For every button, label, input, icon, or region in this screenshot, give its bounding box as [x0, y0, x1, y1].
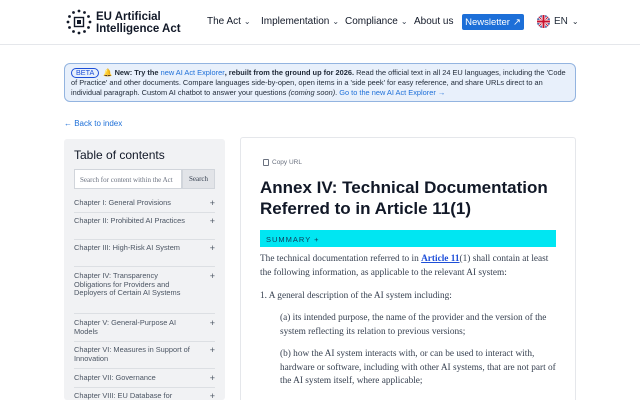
intro-paragraph: The technical documentation referred to …	[260, 253, 560, 280]
toc-chapter-5[interactable]: Chapter V: General-Purpose AI Models +	[74, 318, 215, 336]
toc-chapter-7[interactable]: Chapter VII: Governance +	[74, 373, 215, 383]
toc-chapter-4[interactable]: Chapter IV: Transparency Obligations for…	[74, 271, 215, 298]
toc-search-button[interactable]: Search	[182, 169, 215, 189]
newsletter-label: Newsletter	[465, 16, 510, 28]
site-header: EU Artificial Intelligence Act The Act ⌄…	[0, 0, 640, 44]
logo-line-1: EU Artificial	[96, 11, 161, 23]
explorer-cta-link[interactable]: Go to the new AI Act Explorer →	[339, 88, 445, 97]
banner-coming-soon: (coming soon)	[288, 88, 336, 97]
toc-chapter-label: Chapter VIII: EU Database for	[74, 391, 173, 400]
copy-icon	[263, 159, 269, 166]
language-selector[interactable]: EN ⌄	[537, 15, 579, 28]
toc-chapter-label: Chapter VI: Measures in Support of Innov…	[74, 345, 190, 363]
intro-before: The technical documentation referred to …	[260, 254, 422, 264]
toc-chapter-label: Chapter III: High-Risk AI System	[74, 243, 180, 252]
nav-about-us[interactable]: About us	[414, 16, 453, 27]
external-link-icon: ↗	[512, 16, 521, 28]
toc-divider	[74, 387, 215, 388]
expand-plus-icon[interactable]: +	[210, 346, 215, 355]
toc-title: Table of contents	[74, 148, 165, 162]
nav-compliance[interactable]: Compliance ⌄	[345, 16, 408, 27]
explorer-link[interactable]: new AI Act Explorer	[161, 68, 225, 77]
language-code: EN	[554, 16, 568, 27]
expand-plus-icon[interactable]: +	[210, 392, 215, 400]
toc-chapter-label: Chapter VII: Governance	[74, 373, 156, 382]
expand-plus-icon[interactable]: +	[210, 272, 215, 281]
nav-the-act[interactable]: The Act ⌄	[207, 16, 251, 27]
newsletter-button[interactable]: Newsletter ↗	[462, 14, 524, 30]
eu-stars-logo-icon[interactable]	[66, 9, 92, 35]
toc-chapter-2[interactable]: Chapter II: Prohibited AI Practices +	[74, 216, 215, 226]
toc-divider	[74, 368, 215, 369]
chevron-down-icon: ⌄	[332, 17, 340, 26]
toc-divider	[74, 239, 215, 240]
toc-chapter-8[interactable]: Chapter VIII: EU Database for +	[74, 391, 215, 400]
summary-toggle[interactable]: SUMMARY +	[260, 230, 556, 247]
list-item-1a: (a) its intended purpose, the name of th…	[280, 313, 547, 337]
expand-plus-icon[interactable]: +	[210, 244, 215, 253]
copy-url-label: Copy URL	[272, 159, 302, 166]
beta-banner: BETA 🔔 New: Try the new AI Act Explorer,…	[64, 63, 576, 102]
site-logo-text[interactable]: EU Artificial Intelligence Act	[96, 11, 181, 35]
expand-plus-icon[interactable]: +	[210, 217, 215, 226]
nav-implementation-label: Implementation	[261, 16, 330, 27]
list-item-1b: (b) how the AI system interacts with, or…	[280, 349, 556, 386]
toc-divider	[74, 266, 215, 267]
banner-new-label: New: Try the	[114, 68, 159, 77]
article-11-link[interactable]: Article 11	[421, 254, 459, 264]
toc-divider	[74, 212, 215, 213]
toc-divider	[74, 341, 215, 342]
page-title: Annex IV: Technical Documentation Referr…	[260, 178, 548, 218]
nav-implementation[interactable]: Implementation ⌄	[261, 16, 339, 27]
bell-icon: 🔔	[103, 68, 113, 77]
toc-chapter-6[interactable]: Chapter VI: Measures in Support of Innov…	[74, 345, 215, 363]
chevron-down-icon: ⌄	[400, 17, 408, 26]
toc-chapter-label: Chapter II: Prohibited AI Practices	[74, 216, 185, 225]
expand-plus-icon[interactable]: +	[210, 319, 215, 328]
banner-lead: , rebuilt from the ground up for 2026.	[224, 68, 355, 77]
expand-plus-icon[interactable]: +	[210, 199, 215, 208]
toc-sidebar: Table of contents Search for content wit…	[64, 139, 225, 400]
list-item-1: 1. A general description of the AI syste…	[260, 291, 452, 301]
chevron-down-icon: ⌄	[243, 17, 251, 26]
header-divider	[0, 44, 640, 45]
copy-url-button[interactable]: Copy URL	[263, 159, 302, 166]
expand-plus-icon[interactable]: +	[210, 374, 215, 383]
chevron-down-icon: ⌄	[571, 17, 579, 26]
toc-chapter-1[interactable]: Chapter I: General Provisions +	[74, 198, 215, 208]
uk-flag-icon	[537, 15, 550, 28]
nav-compliance-label: Compliance	[345, 16, 398, 27]
nav-about-us-label: About us	[414, 16, 454, 27]
toc-chapter-3[interactable]: Chapter III: High-Risk AI System +	[74, 243, 215, 253]
toc-search-input[interactable]: Search for content within the Act	[74, 169, 182, 189]
toc-chapter-label: Chapter IV: Transparency Obligations for…	[74, 271, 181, 297]
toc-chapter-label: Chapter V: General-Purpose AI Models	[74, 318, 177, 336]
toc-divider	[74, 313, 215, 314]
logo-line-2: Intelligence Act	[96, 23, 181, 35]
nav-the-act-label: The Act	[207, 16, 241, 27]
beta-badge: BETA	[71, 68, 100, 78]
toc-chapter-label: Chapter I: General Provisions	[74, 198, 171, 207]
back-to-index-link[interactable]: ← Back to index	[64, 119, 122, 128]
